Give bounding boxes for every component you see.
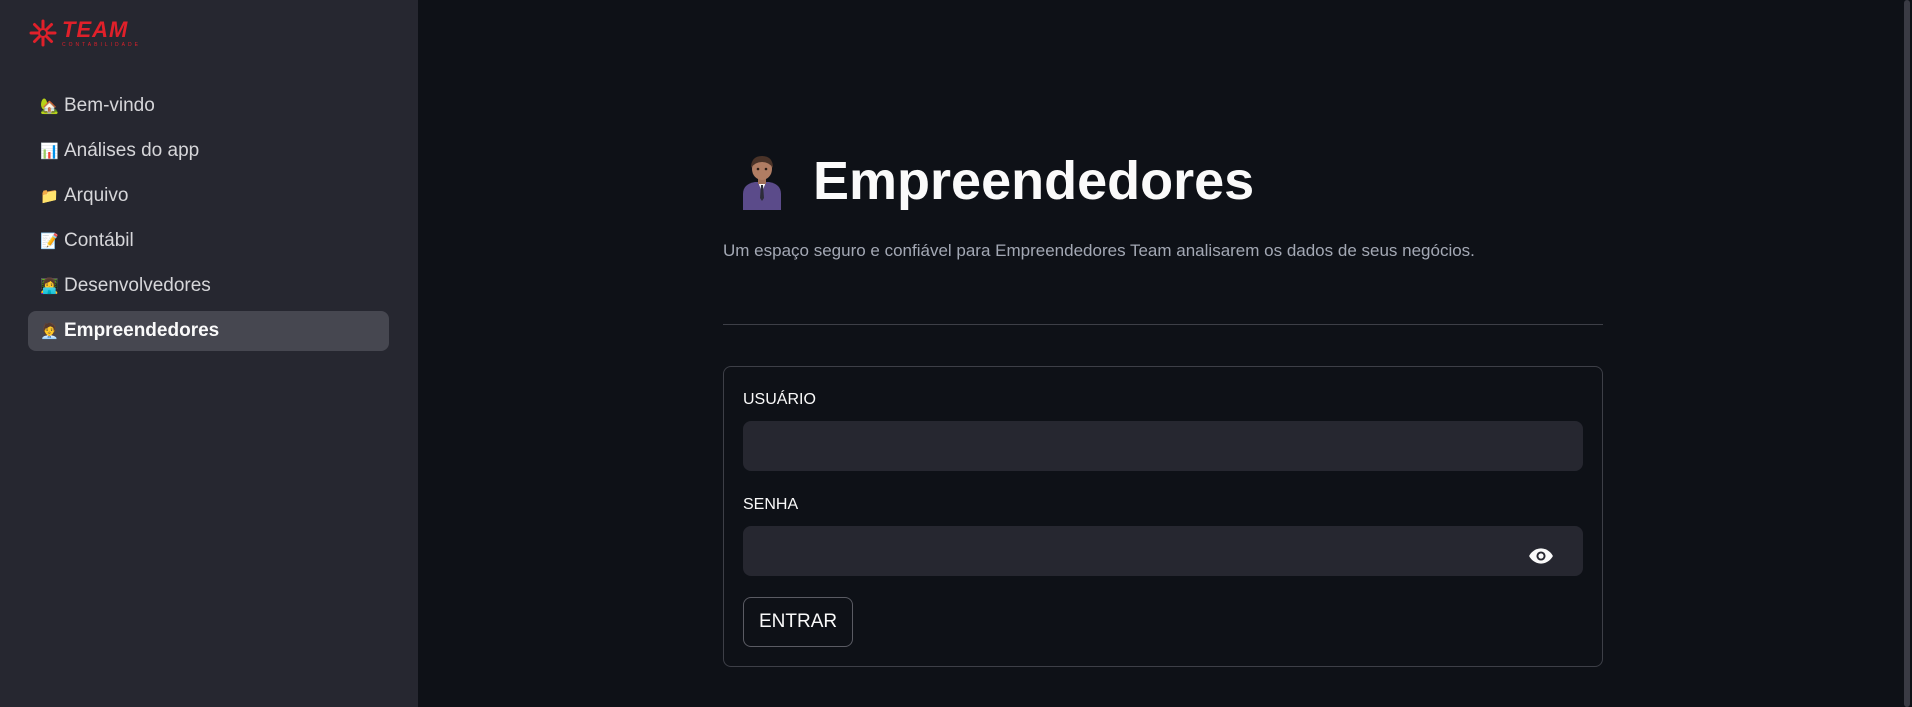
document-icon: 📝 — [40, 233, 59, 250]
logo-asterisk-icon — [29, 19, 57, 47]
page-subtitle: Um espaço seguro e confiável para Empree… — [723, 241, 1475, 260]
sidebar-item-label: Arquivo — [64, 185, 129, 206]
logo-text: TEAM CONTABILIDADE — [62, 16, 141, 48]
sidebar-item-bem-vindo[interactable]: 🏡 Bem-vindo — [28, 86, 389, 126]
sidebar-item-desenvolvedores[interactable]: 👩‍💻 Desenvolvedores — [28, 266, 389, 306]
team-logo[interactable]: TEAM CONTABILIDADE — [28, 18, 141, 48]
sidebar-item-label: Análises do app — [64, 140, 200, 161]
sidebar: TEAM CONTABILIDADE 🏡 Bem-vindo 📊 Análise… — [0, 0, 418, 707]
divider — [723, 324, 1603, 325]
scrollbar-thumb[interactable] — [1904, 0, 1910, 707]
bar-chart-icon: 📊 — [40, 143, 59, 160]
main-content: Empreendedores Um espaço seguro e confiá… — [418, 0, 1912, 707]
login-form: USUÁRIO SENHA ENTRAR — [723, 366, 1603, 667]
login-button[interactable]: ENTRAR — [743, 597, 854, 647]
password-input[interactable] — [743, 526, 1583, 576]
technologist-icon: 👩‍💻 — [40, 278, 59, 295]
username-label: USUÁRIO — [743, 391, 816, 408]
brand-tagline: CONTABILIDADE — [62, 41, 141, 48]
sidebar-item-contabil[interactable]: 📝 Contábil — [28, 221, 389, 261]
page-title: Empreendedores — [813, 151, 1255, 211]
page-header: Empreendedores — [733, 150, 1254, 212]
password-label: SENHA — [743, 496, 799, 513]
sidebar-item-label: Bem-vindo — [64, 95, 155, 116]
businessperson-icon: 🧑‍💼 — [40, 323, 59, 340]
sidebar-item-label: Contábil — [64, 230, 134, 251]
sidebar-item-analises[interactable]: 📊 Análises do app — [28, 131, 389, 171]
sidebar-item-arquivo[interactable]: 📁 Arquivo — [28, 176, 389, 216]
username-input[interactable] — [743, 421, 1583, 471]
businessperson-icon — [743, 156, 781, 210]
sidebar-item-label: Empreendedores — [64, 320, 220, 341]
sidebar-item-empreendedores[interactable]: 🧑‍💼 Empreendedores — [28, 311, 389, 351]
sidebar-nav: 🏡 Bem-vindo 📊 Análises do app 📁 Arquivo … — [28, 86, 389, 356]
folder-icon: 📁 — [40, 188, 59, 205]
scrollbar[interactable] — [1902, 0, 1912, 707]
brand-name: TEAM — [62, 16, 129, 42]
sidebar-item-label: Desenvolvedores — [64, 275, 211, 296]
show-password-icon[interactable] — [1528, 543, 1554, 569]
house-icon: 🏡 — [40, 98, 59, 115]
